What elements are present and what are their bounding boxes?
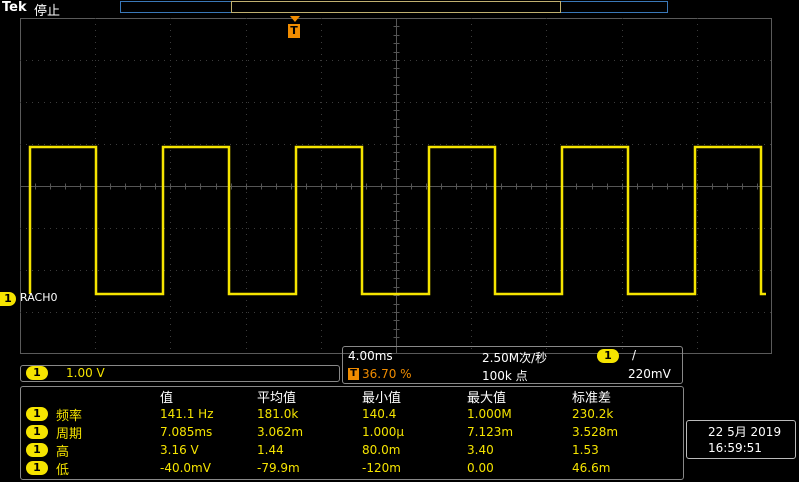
meas-cell: 1.44 [257,443,284,457]
ch1-label: RACH0 [20,291,58,304]
meas-cell: -79.9m [257,461,300,475]
meas-cell: 3.16 V [160,443,199,457]
col-header-mean: 平均值 [257,391,297,406]
meas-cell: 181.0k [257,407,299,421]
col-header-min: 最小值 [362,391,402,406]
time-display: 16:59:51 [708,441,762,455]
acquisition-status: 停止 [34,4,61,19]
meas-cell: 3.062m [257,425,304,439]
meas-row-ch-chip: 1 [26,407,48,421]
date-display: 22 5月 2019 [708,425,782,439]
meas-cell: 3.40 [467,443,494,457]
meas-row-ch-chip: 1 [26,461,48,475]
ch1-scale-value: 1.00 V [66,366,105,380]
meas-cell: 1.000μ [362,425,404,439]
trigger-channel-chip: 1 [597,349,619,363]
meas-cell: 7.123m [467,425,514,439]
meas-cell: 141.1 Hz [160,407,214,421]
meas-cell: 46.6m [572,461,611,475]
col-header-value: 值 [160,391,174,406]
meas-label-period: 周期 [56,427,83,442]
meas-cell: -40.0mV [160,461,211,475]
meas-label-low: 低 [56,463,70,478]
sample-rate: 2.50M次/秒 [482,351,548,365]
meas-cell: 1.000M [467,407,512,421]
trigger-position-marker[interactable]: T [288,24,300,38]
ch1-chip: 1 [26,366,48,380]
meas-label-high: 高 [56,445,70,460]
trigger-arrow-icon [290,16,300,22]
meas-row-ch-chip: 1 [26,443,48,457]
meas-cell: 140.4 [362,407,397,421]
meas-cell: 1.53 [572,443,599,457]
meas-cell: -120m [362,461,401,475]
record-view-window[interactable] [231,1,561,13]
trigger-position-icon: T [348,368,359,380]
meas-cell: 230.2k [572,407,614,421]
record-length: 100k 点 [482,369,528,383]
meas-cell: 0.00 [467,461,494,475]
ch1-ground-marker[interactable]: 1 [0,292,16,306]
meas-row-ch-chip: 1 [26,425,48,439]
horizontal-scale: 4.00ms [348,349,393,363]
trigger-level: 220mV [628,367,671,381]
brand-logo: Tek [2,0,27,15]
meas-cell: 80.0m [362,443,401,457]
col-header-max: 最大值 [467,391,507,406]
col-header-std: 标准差 [572,391,612,406]
meas-cell: 3.528m [572,425,619,439]
trigger-slope-icon: / [632,348,637,362]
meas-cell: 7.085ms [160,425,213,439]
waveform-display[interactable] [20,18,772,354]
trigger-position: 36.70 % [362,367,412,381]
meas-label-frequency: 频率 [56,409,83,424]
